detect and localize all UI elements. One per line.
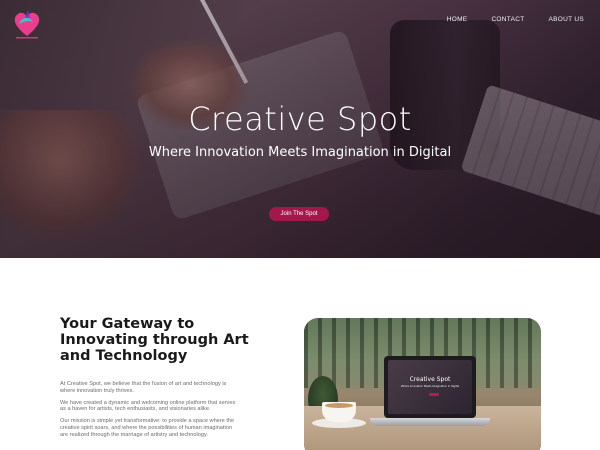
laptop-screen: Creative Spot Where Innovation Meets Ima… [384, 356, 476, 418]
laptop-display: Creative Spot Where Innovation Meets Ima… [388, 360, 472, 414]
about-paragraph: Our mission is simple yet transformative… [60, 418, 235, 438]
hero-title: Creative Spot [188, 100, 412, 138]
join-button[interactable]: Join The Spot [269, 207, 329, 221]
about-text: At Creative Spot, we believe that the fu… [60, 381, 240, 444]
laptop-base [370, 418, 490, 426]
site-logo[interactable] [8, 6, 46, 42]
hero-section: HOME CONTACT ABOUT US Creative Spot Wher… [0, 0, 600, 258]
nav-item-about-us[interactable]: ABOUT US [548, 16, 584, 23]
laptop-screen-button [429, 393, 439, 396]
nav-item-home[interactable]: HOME [447, 16, 468, 23]
main-nav: HOME CONTACT ABOUT US [447, 16, 584, 23]
laptop-screen-subtitle: Where Innovation Meets Imagination in Di… [400, 385, 460, 388]
about-paragraph: At Creative Spot, we believe that the fu… [60, 381, 227, 394]
about-title: Your Gateway to Innovating through Art a… [60, 316, 249, 364]
hero-subtitle: Where Innovation Meets Imagination in Di… [148, 145, 452, 160]
about-paragraph: We have created a dynamic and welcoming … [60, 399, 236, 413]
cafe-laptop-photo: Creative Spot Where Innovation Meets Ima… [304, 318, 541, 450]
nav-item-contact[interactable]: CONTACT [491, 16, 524, 23]
photo-coffee [325, 403, 353, 408]
laptop-screen-title: Creative Spot [409, 376, 451, 383]
